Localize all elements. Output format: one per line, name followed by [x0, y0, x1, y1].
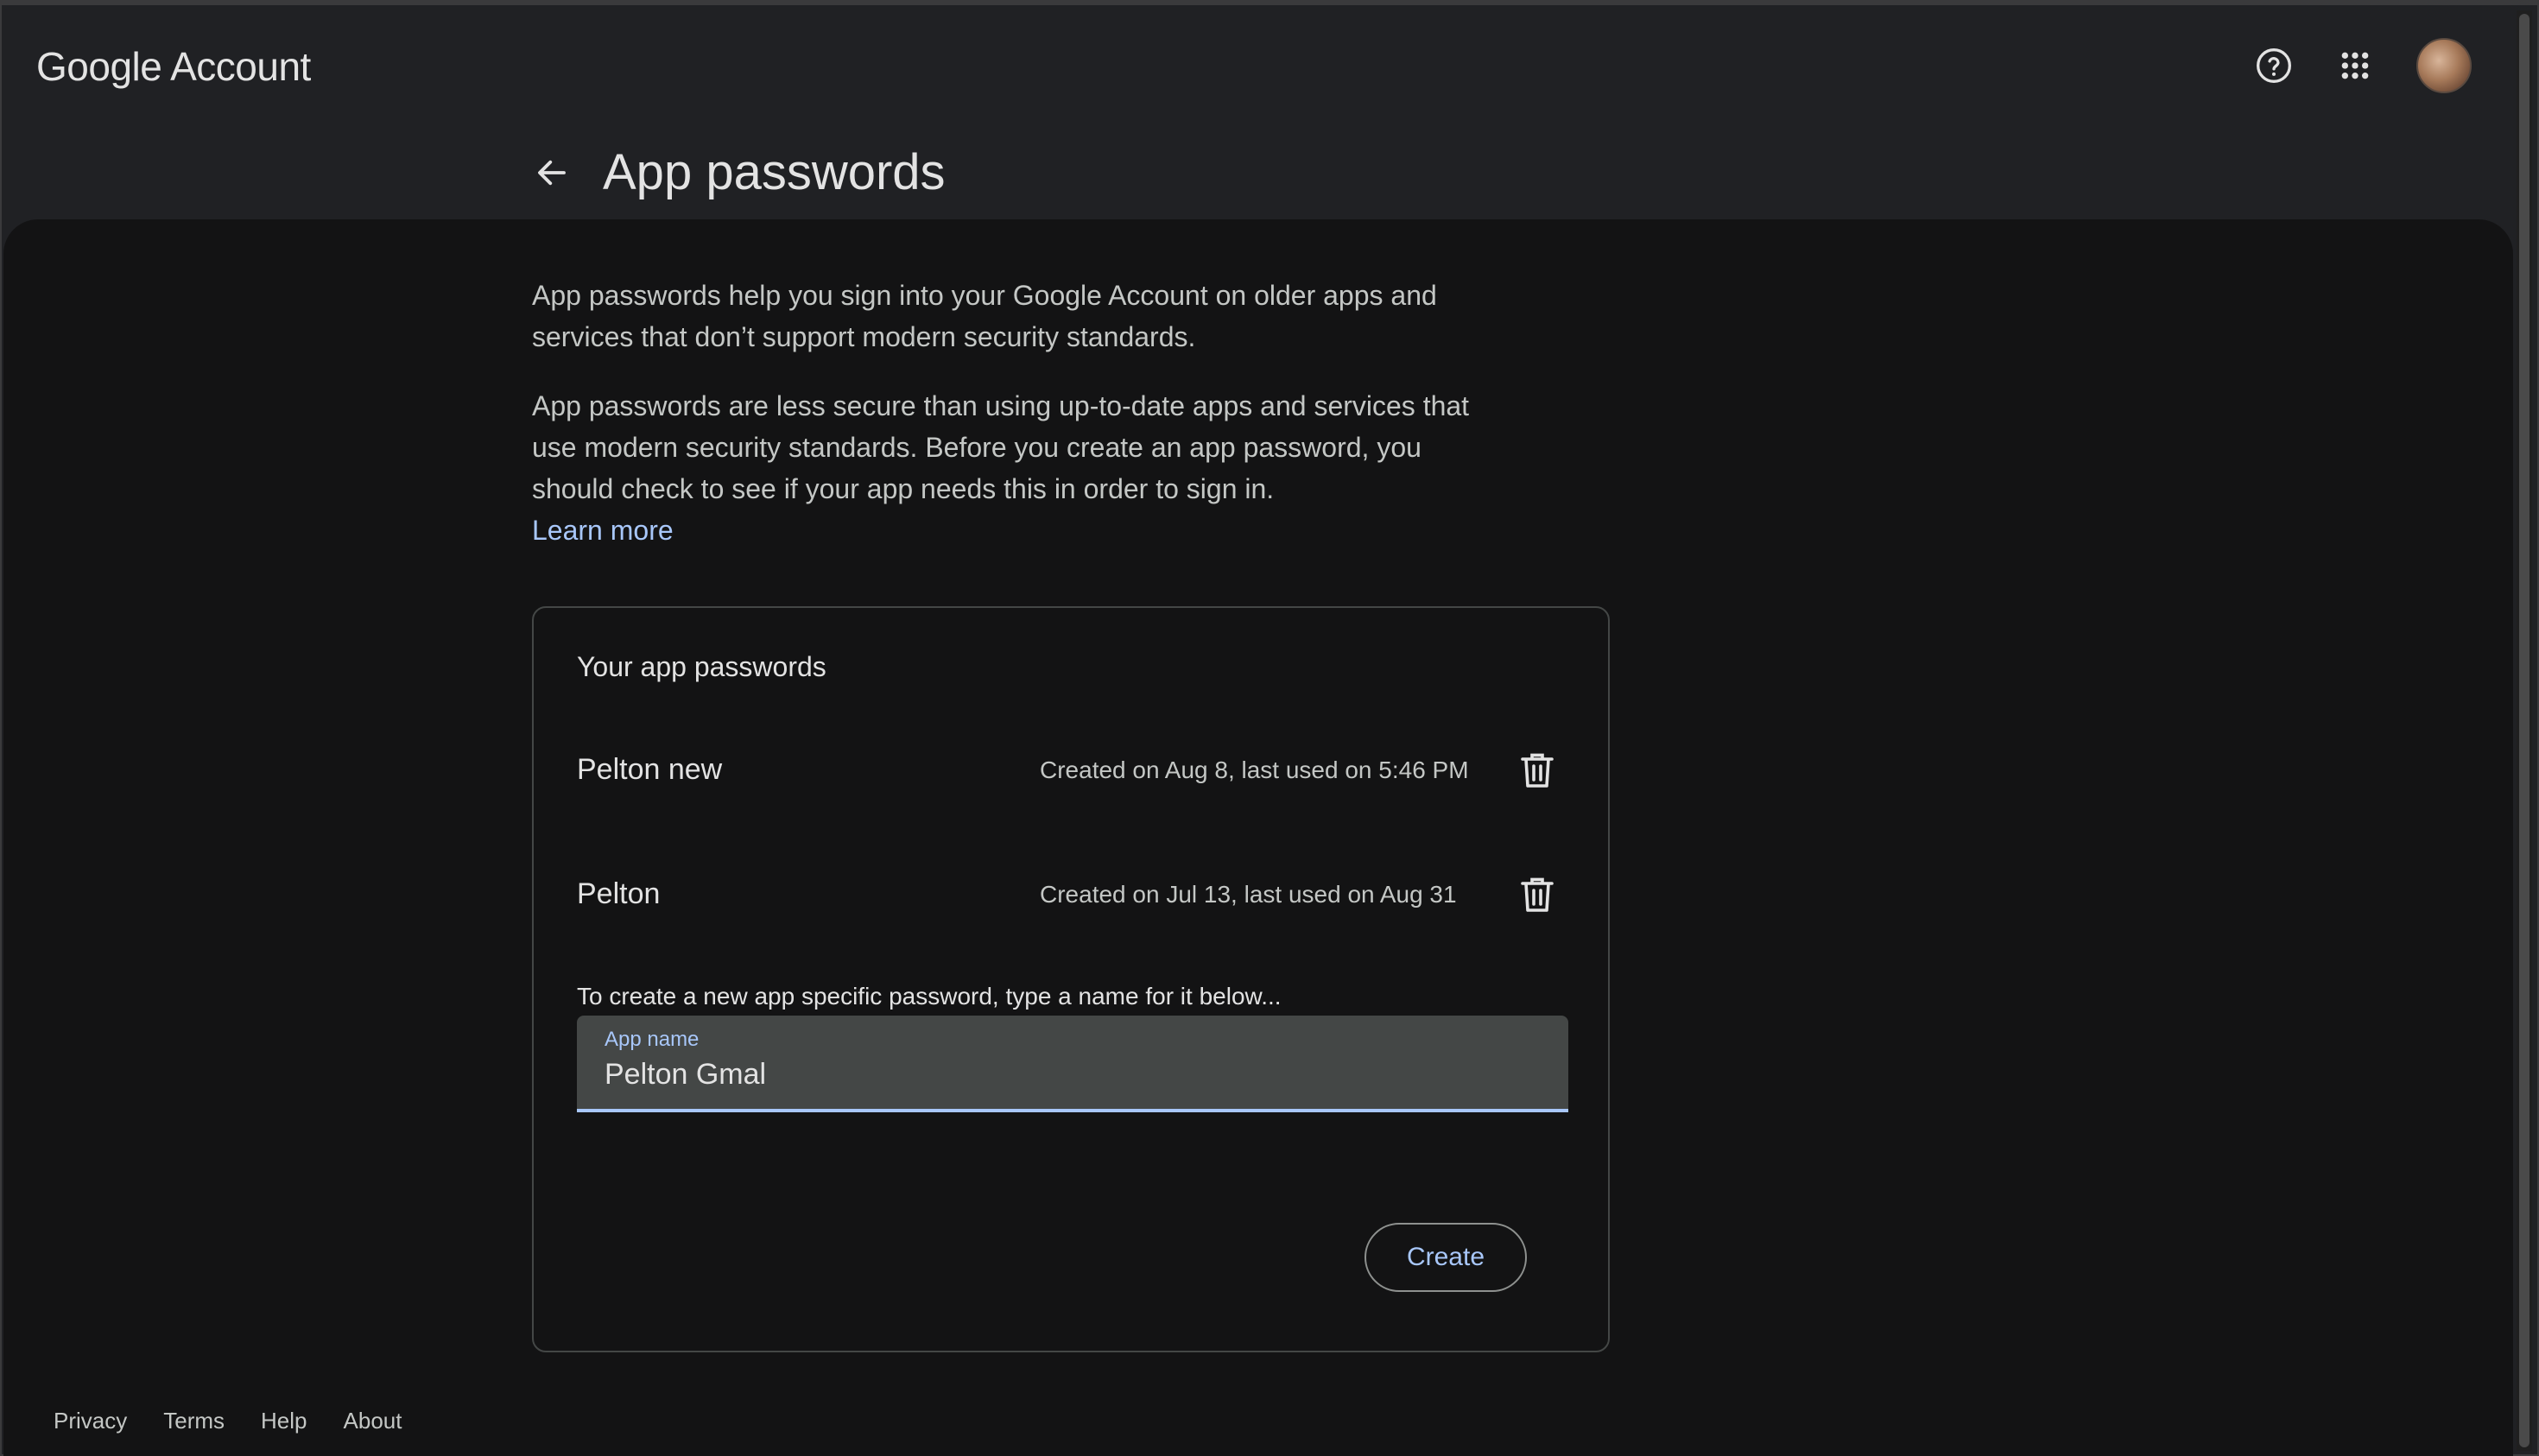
footer-link-privacy[interactable]: Privacy [54, 1408, 127, 1434]
arrow-left-icon[interactable] [530, 151, 573, 194]
header-actions [2254, 38, 2472, 93]
app-passwords-card: Your app passwords Pelton new Created on… [532, 606, 1610, 1352]
create-hint: To create a new app specific password, t… [577, 983, 1282, 1010]
brand-account: Account [170, 44, 311, 89]
app-name-label: App name [605, 1028, 700, 1051]
intro-paragraph-1: App passwords help you sign into your Go… [532, 280, 1437, 352]
footer-link-about[interactable]: About [344, 1408, 402, 1434]
app-name-input[interactable] [605, 1055, 1537, 1093]
page-header: App passwords [530, 143, 946, 201]
app-name-field[interactable]: App name [577, 1016, 1568, 1112]
browser-frame: Google Account App passwords App passwor… [0, 0, 2539, 1456]
brand-google: Google [36, 44, 162, 89]
password-name: Pelton new [577, 753, 723, 786]
password-meta: Created on Jul 13, last used on Aug 31 [1040, 881, 1457, 908]
page-title: App passwords [603, 144, 946, 200]
intro-paragraph-2-block: App passwords are less secure than using… [532, 385, 1482, 551]
footer: Privacy Terms Help About [54, 1408, 402, 1434]
trash-icon[interactable] [1513, 870, 1561, 919]
footer-link-help[interactable]: Help [261, 1408, 307, 1434]
top-bar: Google Account App passwords [2, 5, 2523, 221]
scrollbar-thumb[interactable] [2519, 14, 2530, 1447]
trash-icon[interactable] [1513, 746, 1561, 794]
password-row: Pelton new Created on Aug 8, last used o… [577, 744, 1561, 796]
learn-more-link[interactable]: Learn more [532, 510, 1482, 551]
password-name: Pelton [577, 877, 661, 910]
intro-paragraph-2: App passwords are less secure than using… [532, 390, 1470, 504]
card-title: Your app passwords [577, 651, 826, 682]
password-meta: Created on Aug 8, last used on 5:46 PM [1040, 756, 1469, 783]
apps-grid-icon[interactable] [2335, 46, 2375, 85]
password-row: Pelton Created on Jul 13, last used on A… [577, 869, 1561, 921]
google-account-logo[interactable]: Google Account [36, 43, 311, 90]
help-icon[interactable] [2254, 46, 2294, 85]
create-button[interactable]: Create [1364, 1223, 1527, 1292]
scrollbar[interactable] [2517, 10, 2532, 1451]
account-avatar[interactable] [2416, 38, 2472, 93]
footer-link-terms[interactable]: Terms [163, 1408, 225, 1434]
